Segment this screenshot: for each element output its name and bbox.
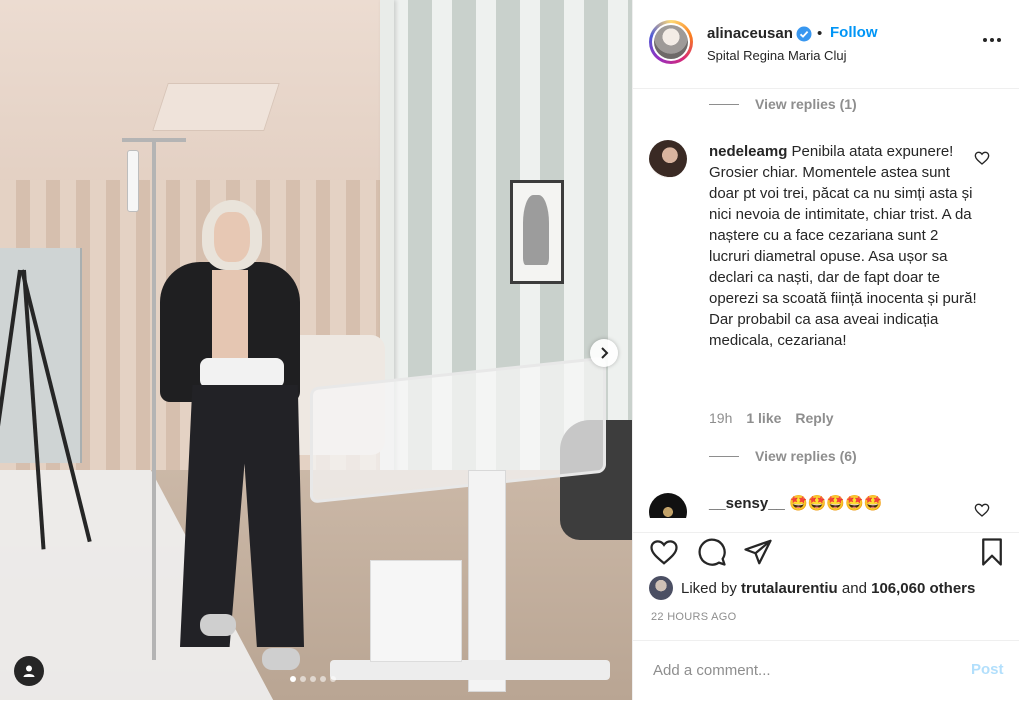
liker-avatar[interactable] — [649, 576, 673, 600]
post-photo[interactable] — [0, 0, 632, 700]
carousel-dot — [330, 676, 336, 682]
iv-bag — [127, 150, 139, 212]
carousel-dot — [300, 676, 306, 682]
user-tag-button[interactable] — [14, 656, 44, 686]
carousel-next-button[interactable] — [590, 339, 618, 367]
person-shoe — [262, 648, 300, 670]
commenter-avatar[interactable] — [649, 140, 687, 178]
follow-button[interactable]: Follow — [830, 24, 878, 41]
heart-icon[interactable] — [649, 537, 679, 567]
view-replies-button[interactable]: View replies (6) — [709, 448, 857, 464]
post-location[interactable]: Spital Regina Maria Cluj — [707, 48, 846, 63]
carousel-indicator — [290, 676, 336, 682]
share-icon[interactable] — [743, 537, 773, 567]
carousel-dot — [310, 676, 316, 682]
likes-count-link[interactable]: 106,060 others — [871, 580, 975, 597]
post-header: alinaceusan • Follow Spital Regina Maria… — [633, 0, 1019, 89]
post-actions — [633, 532, 1019, 573]
liked-by-prefix: Liked by — [681, 579, 737, 597]
post-comment-button[interactable]: Post — [971, 661, 1004, 678]
user-tag-icon — [23, 665, 35, 677]
wall-picture-frame — [510, 180, 564, 284]
separator-dot: • — [817, 25, 823, 42]
author-avatar[interactable] — [649, 20, 693, 64]
reply-button[interactable]: Reply — [795, 410, 833, 426]
bassinet-base — [330, 660, 610, 680]
likes-summary: Liked by trutalaurentiu and 106,060 othe… — [649, 576, 975, 600]
author-username[interactable]: alinaceusan — [707, 25, 793, 42]
person-face — [214, 212, 250, 262]
more-options-icon[interactable] — [983, 36, 1005, 44]
carousel-dot — [290, 676, 296, 682]
add-comment-input[interactable] — [651, 657, 945, 683]
comment-likes[interactable]: 1 like — [746, 410, 781, 426]
comment-body: nedeleamg Penibila atata expunere! Grosi… — [709, 141, 979, 351]
bookmark-icon[interactable] — [977, 537, 1007, 567]
post-sidebar: alinaceusan • Follow Spital Regina Maria… — [632, 0, 1019, 700]
add-comment-bar: Post — [633, 640, 1019, 701]
view-replies-button[interactable]: View replies (1) — [709, 96, 857, 112]
chevron-right-icon — [601, 347, 609, 359]
comments-list: View replies (1) nedeleamg Penibila atat… — [633, 88, 1019, 518]
post-timestamp[interactable]: 22 HOURS AGO — [651, 611, 737, 623]
comment-username[interactable]: nedeleamg — [709, 143, 787, 160]
liked-by-and: and — [841, 579, 867, 597]
storage-box — [370, 560, 462, 662]
verified-badge-icon — [796, 26, 812, 42]
ceiling-panel — [152, 83, 280, 131]
liker-username[interactable]: trutalaurentiu — [741, 580, 838, 597]
heart-icon[interactable] — [974, 150, 990, 166]
iv-pole — [152, 140, 156, 660]
comment-time: 19h — [709, 410, 733, 426]
heart-icon[interactable] — [974, 502, 990, 518]
comment-body: __sensy__ 🤩🤩🤩🤩🤩 — [709, 493, 979, 514]
comment-text: Penibila atata expunere! Grosier chiar. … — [709, 143, 977, 349]
tripod — [0, 240, 92, 550]
comment-text: 🤩🤩🤩🤩🤩 — [789, 495, 883, 512]
bassinet-stand — [468, 470, 506, 692]
commenter-avatar[interactable] — [649, 493, 687, 518]
comment-icon[interactable] — [697, 537, 727, 567]
person-belly-bandage — [200, 358, 284, 388]
carousel-dot — [320, 676, 326, 682]
comment-meta: 19h 1 like Reply — [709, 410, 834, 426]
person-shoe — [200, 614, 236, 636]
comment-username[interactable]: __sensy__ — [709, 495, 785, 512]
